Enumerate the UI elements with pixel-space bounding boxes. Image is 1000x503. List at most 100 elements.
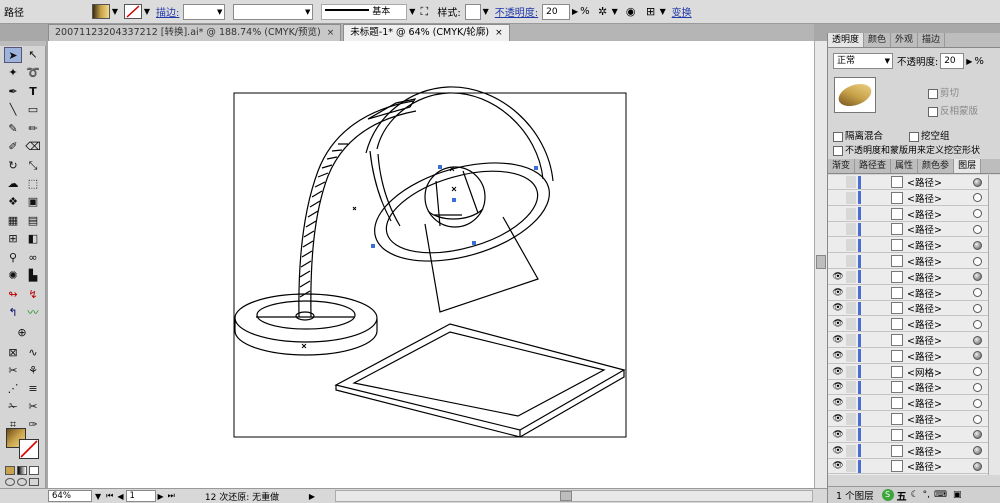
lock-toggle[interactable] xyxy=(846,176,856,188)
transform-link[interactable]: 变换 xyxy=(672,4,692,19)
target-icon[interactable] xyxy=(973,224,982,234)
eye-icon[interactable] xyxy=(832,176,844,188)
column-graph-tool-icon[interactable]: ▙ xyxy=(24,268,42,284)
eye-icon[interactable]: 👁 xyxy=(832,271,844,283)
eye-icon[interactable] xyxy=(832,255,844,267)
layer-name[interactable]: <路径> xyxy=(907,317,973,331)
layer-row[interactable]: 👁 <路径> xyxy=(828,333,988,348)
lock-toggle[interactable] xyxy=(846,397,856,410)
isolate-blending-option[interactable]: 隔离混合 xyxy=(833,128,909,142)
layer-name[interactable]: <路径> xyxy=(907,270,973,284)
eyedropper-tool-icon[interactable]: ✑ xyxy=(24,417,42,433)
pucker-tool-icon[interactable]: ✂ xyxy=(4,363,22,379)
tab-pathfinder[interactable]: 路径查 xyxy=(855,159,892,173)
vertical-scrollbar[interactable] xyxy=(814,41,827,488)
opacity-slider-icon[interactable]: ▶ xyxy=(966,57,972,66)
bloat-tool-icon[interactable]: ⚘ xyxy=(24,363,42,379)
artboard-number-field[interactable]: 1 xyxy=(125,490,156,502)
direct-selection-tool-icon[interactable]: ↖ xyxy=(24,47,42,63)
layers-scrollbar[interactable] xyxy=(988,175,1000,475)
brush-definition[interactable]: 基本 xyxy=(321,3,408,20)
eraser-tool-icon[interactable]: ⌫ xyxy=(24,139,42,155)
eye-icon[interactable]: 👁 xyxy=(832,366,844,378)
layer-row[interactable]: <路径> xyxy=(828,254,988,269)
layer-row[interactable]: 👁 <路径> xyxy=(828,444,988,459)
custom-tool-icon[interactable]: ↬ xyxy=(4,287,22,303)
eye-icon[interactable]: 👁 xyxy=(832,445,844,457)
style-dropdown-icon[interactable]: ▼ xyxy=(481,7,491,16)
wrinkle-tool-icon[interactable]: ≡ xyxy=(24,381,42,397)
moon-icon[interactable]: ☾ xyxy=(911,490,919,500)
layer-row[interactable]: <路径> xyxy=(828,238,988,254)
mesh-tool-icon[interactable]: ⊞ xyxy=(4,231,22,247)
layer-name[interactable]: <路径> xyxy=(907,428,973,442)
live-paint-tool-icon[interactable]: ▣ xyxy=(24,194,42,210)
eye-icon[interactable] xyxy=(832,192,844,204)
document-canvas[interactable] xyxy=(48,41,814,488)
lock-toggle[interactable] xyxy=(846,365,856,378)
scrollbar-thumb[interactable] xyxy=(816,255,826,269)
selection-tool-icon[interactable]: ➤ xyxy=(4,47,22,63)
toolbox-grip[interactable] xyxy=(0,41,46,46)
layer-row[interactable]: 👁 <路径> xyxy=(828,286,988,301)
layer-name[interactable]: <路径> xyxy=(907,254,973,268)
previous-artboard-icon[interactable]: ◀ xyxy=(117,492,123,501)
target-icon[interactable] xyxy=(973,288,982,298)
layer-name[interactable]: <路径> xyxy=(907,175,973,189)
eye-icon[interactable]: 👁 xyxy=(832,381,844,393)
keyboard-icon[interactable]: ⌨ xyxy=(934,490,947,500)
eye-icon[interactable] xyxy=(832,239,844,251)
stroke-link[interactable]: 描边: xyxy=(156,4,179,19)
last-artboard-icon[interactable]: ⏭ xyxy=(168,491,175,501)
recolor-dropdown-icon[interactable]: ▼ xyxy=(610,7,620,16)
panel-opacity-field[interactable]: 20 xyxy=(940,53,965,69)
symbol-sprayer-tool-icon[interactable]: ✺ xyxy=(4,268,22,284)
isolate-icon[interactable]: ◉ xyxy=(624,5,638,19)
layer-row[interactable]: 👁 <路径> xyxy=(828,349,988,364)
tab-attributes[interactable]: 属性 xyxy=(891,159,919,173)
opacity-dropdown-icon[interactable]: ▶ xyxy=(570,7,580,16)
eyedropper-tool-icon[interactable]: ⚲ xyxy=(4,250,22,266)
layer-row[interactable]: 👁 <路径> xyxy=(828,412,988,427)
target-icon[interactable] xyxy=(973,319,982,329)
warp-tool-icon[interactable]: ☁ xyxy=(4,176,22,192)
tab-color[interactable]: 颜色 xyxy=(864,33,892,47)
eye-icon[interactable]: 👁 xyxy=(832,350,844,362)
eye-icon[interactable]: 👁 xyxy=(832,397,844,409)
eye-icon[interactable] xyxy=(832,208,844,220)
blend-tool-icon[interactable]: ∞ xyxy=(24,250,42,266)
target-icon[interactable] xyxy=(973,240,982,250)
eye-icon[interactable] xyxy=(832,223,844,235)
shape-builder-tool-icon[interactable]: ❖ xyxy=(4,194,22,210)
close-icon[interactable]: × xyxy=(495,28,503,38)
layer-name[interactable]: <路径> xyxy=(907,333,973,347)
define-knockout-option[interactable]: 不透明度和蒙版用来定义挖空形状 xyxy=(833,143,980,156)
target-icon[interactable] xyxy=(973,367,982,377)
scrollbar-thumb[interactable] xyxy=(560,491,572,501)
layer-name[interactable]: <路径> xyxy=(907,238,973,252)
horizontal-scrollbar[interactable] xyxy=(335,490,813,502)
invert-mask-option[interactable]: 反相蒙版 xyxy=(928,103,978,117)
graphic-style-swatch[interactable] xyxy=(464,3,481,20)
blend-mode-select[interactable]: 正常 ▼ xyxy=(833,53,893,69)
layer-row[interactable]: <路径> xyxy=(828,222,988,238)
lasso-tool-icon[interactable]: ➰ xyxy=(24,65,42,81)
layer-name[interactable]: <路径> xyxy=(907,207,973,221)
target-icon[interactable] xyxy=(973,351,982,361)
ime-mode[interactable]: 五 xyxy=(897,488,907,503)
layer-row[interactable]: <路径> xyxy=(828,191,988,206)
layer-row[interactable]: <路径> xyxy=(828,175,988,190)
lock-toggle[interactable] xyxy=(846,381,856,394)
target-icon[interactable] xyxy=(973,177,982,187)
stroke-weight-field[interactable]: ▼ xyxy=(183,3,226,20)
target-icon[interactable] xyxy=(973,382,982,392)
rotate-tool-icon[interactable]: ↻ xyxy=(4,158,22,174)
eye-icon[interactable]: 👁 xyxy=(832,334,844,346)
eye-icon[interactable]: 👁 xyxy=(832,429,844,441)
lock-toggle[interactable] xyxy=(846,191,856,204)
close-icon[interactable]: × xyxy=(327,28,335,38)
custom-tool-icon[interactable]: ↰ xyxy=(4,305,22,321)
eye-icon[interactable]: 👁 xyxy=(832,287,844,299)
target-icon[interactable] xyxy=(973,461,982,471)
layer-name[interactable]: <路径> xyxy=(907,286,973,300)
